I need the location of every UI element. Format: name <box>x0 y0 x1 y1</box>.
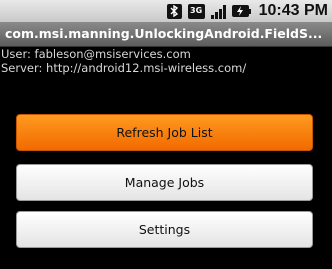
signal-strength-icon <box>210 4 226 19</box>
app-title: com.msi.manning.UnlockingAndroid.FieldS.… <box>5 26 323 41</box>
refresh-job-list-button[interactable]: Refresh Job List <box>16 114 313 151</box>
settings-button[interactable]: Settings <box>16 211 313 248</box>
manage-jobs-button[interactable]: Manage Jobs <box>16 164 313 201</box>
server-label: Server: http://android12.msi-wireless.co… <box>1 61 247 75</box>
status-clock: 10:43 PM <box>258 2 328 19</box>
user-label: User: fableson@msiservices.com <box>1 47 191 61</box>
app-screen: 3G 10:43 PM com.msi.manning.UnlockingAnd… <box>0 0 332 269</box>
status-bar: 3G 10:43 PM <box>0 0 332 22</box>
bluetooth-icon <box>166 3 182 19</box>
battery-icon <box>231 5 251 17</box>
title-bar: com.msi.manning.UnlockingAndroid.FieldS.… <box>0 22 332 47</box>
3g-icon: 3G <box>187 3 205 19</box>
connection-info: User: fableson@msiservices.com Server: h… <box>1 47 246 75</box>
status-icons: 3G 10:43 PM <box>166 1 328 21</box>
